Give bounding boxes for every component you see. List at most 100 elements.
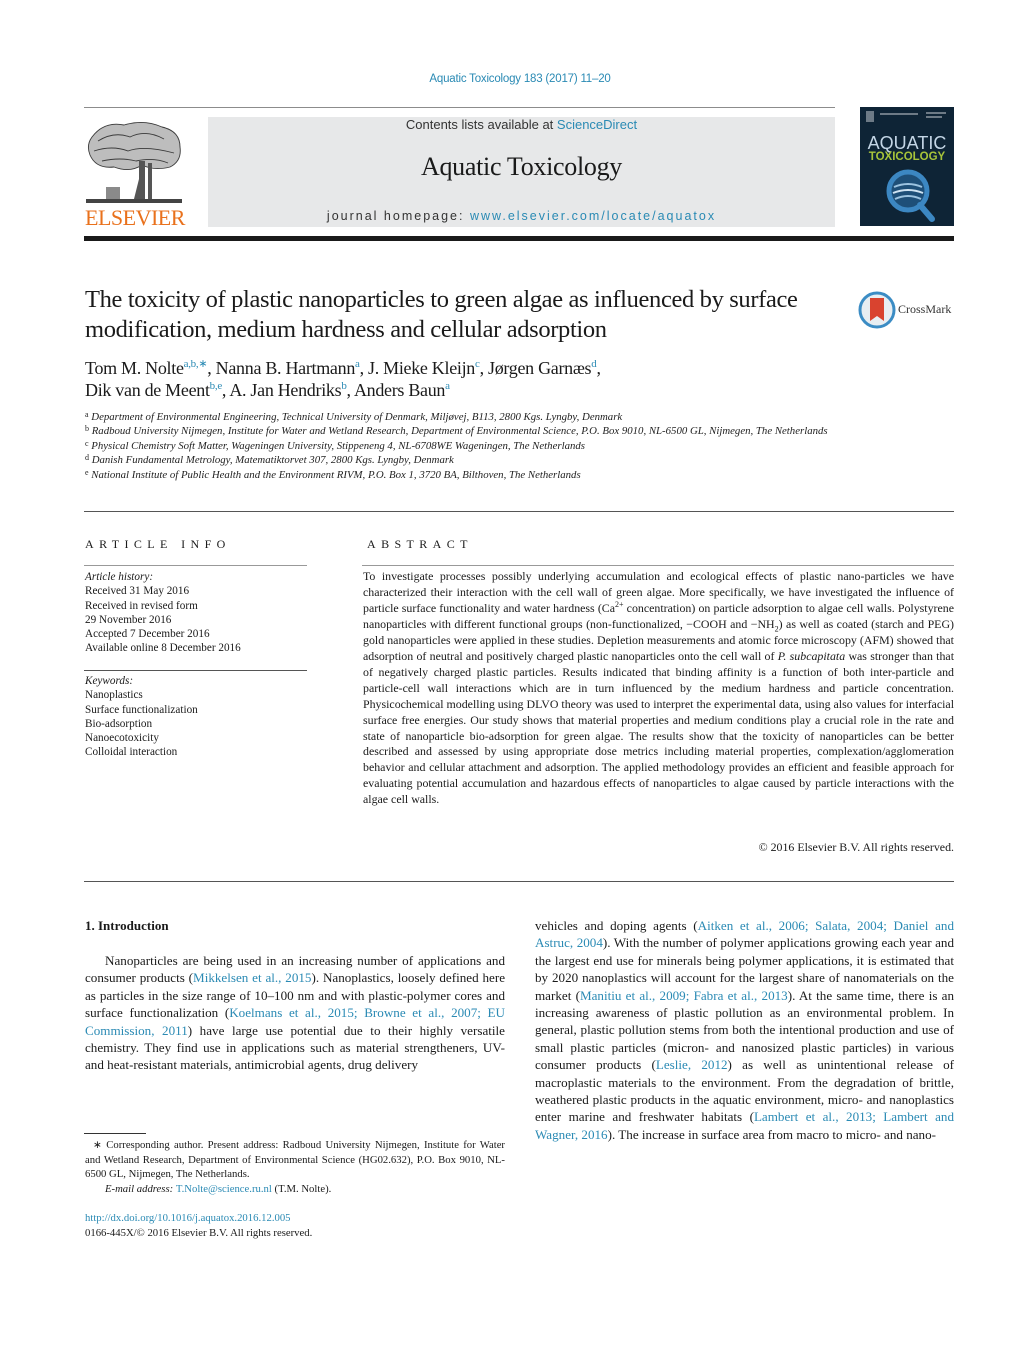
- issn-copyright: 0166-445X/© 2016 Elsevier B.V. All right…: [85, 1226, 313, 1239]
- abstract-text-segment: was stronger than that of negatively cha…: [363, 648, 954, 807]
- journal-banner: Contents lists available at ScienceDirec…: [208, 117, 835, 227]
- abstract-body: To investigate processes possibly underl…: [363, 569, 954, 808]
- history-label: Article history:: [85, 571, 154, 583]
- journal-citation-link[interactable]: Aquatic Toxicology 183 (2017) 11–20: [0, 73, 1020, 85]
- keywords-divider: [84, 670, 307, 671]
- body-column-left: Nanoparticles are being used in an incre…: [85, 952, 505, 1074]
- body-text: vehicles and doping agents (: [535, 918, 698, 933]
- affiliation-text: Radboud University Nijmegen, Institute f…: [91, 425, 828, 438]
- paragraph: Nanoparticles are being used in an incre…: [85, 952, 505, 1074]
- author-list: Tom M. Noltea,b,∗, Nanna B. Hartmann a, J…: [85, 357, 885, 401]
- author-name[interactable]: Dik van de Meent: [85, 380, 210, 400]
- keyword-item: Bio-adsorption: [85, 717, 153, 730]
- author-name[interactable]: Tom M. Nolte: [85, 358, 184, 378]
- body-column-right: vehicles and doping agents (Aitken et al…: [535, 917, 954, 1143]
- affiliation-text: Physical Chemistry Soft Matter, Wagening…: [91, 439, 585, 452]
- citation-link[interactable]: Leslie, 2012: [656, 1057, 728, 1072]
- footnote-marker: ∗: [93, 1139, 102, 1151]
- body-text: ). The increase in surface area from mac…: [607, 1126, 937, 1142]
- history-item: Available online 8 December 2016: [85, 642, 241, 655]
- author-name[interactable]: Anders Baun: [354, 380, 445, 400]
- abstract-copyright: © 2016 Elsevier B.V. All rights reserved…: [758, 840, 954, 854]
- author-separator: ,: [359, 358, 369, 378]
- affiliations-divider: [84, 511, 954, 512]
- affiliation-key: e: [85, 467, 89, 477]
- superscript: 2+: [615, 599, 624, 609]
- author-name[interactable]: J. Mieke Kleijn: [368, 358, 475, 378]
- elsevier-wordmark: ELSEVIER: [85, 205, 185, 230]
- article-title: The toxicity of plastic nanoparticles to…: [85, 286, 798, 343]
- author-separator: ,: [207, 358, 216, 378]
- email-suffix: (T.M. Nolte).: [271, 1182, 332, 1195]
- abstract-heading: ABSTRACT: [367, 537, 473, 551]
- affiliation-key: c: [85, 438, 89, 448]
- affiliation-key: d: [85, 453, 89, 463]
- affiliations: a Department of Environmental Engineerin…: [85, 410, 845, 482]
- contents-line: Contents lists available at ScienceDirec…: [208, 117, 835, 132]
- author-separator: ,: [346, 380, 354, 400]
- footnote-text: ∗ Corresponding author. Present address:…: [85, 1138, 505, 1182]
- section-heading-introduction: 1. Introduction: [85, 918, 169, 933]
- history-item: Received in revised form: [85, 599, 198, 612]
- footnote-email-line: E-mail address: T.Nolte@science.ru.nl (T…: [85, 1182, 505, 1197]
- author-affiliation-link[interactable]: a,b,∗: [184, 358, 208, 370]
- citation-link[interactable]: Mikkelsen et al., 2015: [193, 970, 311, 985]
- article-info-heading: ARTICLE INFO: [85, 537, 231, 551]
- sciencedirect-link[interactable]: ScienceDirect: [557, 117, 637, 132]
- crossmark-label: CrossMark: [898, 302, 952, 316]
- cover-masthead-icon: [866, 111, 946, 122]
- doi-link[interactable]: http://dx.doi.org/10.1016/j.aquatox.2016…: [85, 1211, 312, 1226]
- affiliation-item: c Physical Chemistry Soft Matter, Wageni…: [85, 439, 845, 453]
- header-divider: [84, 107, 835, 108]
- affiliation-item: e National Institute of Public Health an…: [85, 468, 845, 482]
- affiliation-key: a: [85, 410, 89, 419]
- author-separator: ,: [479, 358, 488, 378]
- author-name[interactable]: Nanna B. Hartmann: [216, 358, 356, 378]
- author-affiliation-link[interactable]: b,e: [210, 380, 223, 392]
- homepage-line: journal homepage: www.elsevier.com/locat…: [208, 209, 835, 223]
- email-link[interactable]: T.Nolte@science.ru.nl: [176, 1183, 272, 1195]
- affiliation-item: b Radboud University Nijmegen, Institute…: [85, 424, 845, 438]
- doi-block: http://dx.doi.org/10.1016/j.aquatox.2016…: [85, 1211, 312, 1240]
- history-item: 29 November 2016: [85, 613, 172, 626]
- keyword-item: Surface functionalization: [85, 703, 198, 716]
- author-affiliation-link[interactable]: a: [445, 380, 450, 392]
- journal-cover[interactable]: AQUATIC TOXICOLOGY: [860, 107, 954, 226]
- keyword-item: Nanoecotoxicity: [85, 732, 159, 745]
- abstract-divider: [362, 565, 954, 566]
- cover-title-line2: TOXICOLOGY: [868, 151, 946, 163]
- species-name: P. subcapitata: [777, 648, 846, 663]
- journal-name: Aquatic Toxicology: [421, 152, 622, 181]
- elsevier-logo[interactable]: ELSEVIER: [84, 117, 186, 230]
- author-name[interactable]: Jørgen Garnæs: [488, 358, 592, 378]
- author-separator: ,: [596, 358, 601, 378]
- contents-prefix: Contents lists available at: [405, 117, 557, 132]
- paragraph: vehicles and doping agents (Aitken et al…: [535, 917, 954, 1143]
- magnifier-icon: [886, 169, 935, 222]
- history-item: Received 31 May 2016: [85, 585, 190, 598]
- affiliation-key: b: [85, 424, 89, 434]
- footnote-divider: [84, 1133, 146, 1134]
- citation-link[interactable]: Manitiu et al., 2009; Fabra et al., 2013: [580, 988, 788, 1003]
- abstract-bottom-divider: [84, 881, 954, 882]
- keywords-label: Keywords:: [85, 675, 134, 687]
- corresponding-author-footnote: ∗ Corresponding author. Present address:…: [85, 1138, 505, 1196]
- affiliation-item: a Department of Environmental Engineerin…: [85, 410, 845, 424]
- crossmark-icon: [858, 291, 896, 329]
- keyword-item: Nanoplastics: [85, 689, 143, 702]
- history-item: Accepted 7 December 2016: [85, 628, 210, 641]
- footnote-body: Corresponding author. Present address: R…: [85, 1139, 505, 1180]
- author-name[interactable]: A. Jan Hendriks: [229, 380, 341, 400]
- article-history: Article history: Received 31 May 2016 Re…: [85, 570, 315, 656]
- affiliation-item: d Danish Fundamental Metrology, Matemati…: [85, 453, 845, 467]
- affiliation-text: National Institute of Public Health and …: [91, 468, 581, 481]
- article-info-divider: [84, 565, 307, 566]
- journal-homepage-link[interactable]: www.elsevier.com/locate/aquatox: [470, 209, 716, 223]
- affiliation-text: Department of Environmental Engineering,…: [91, 411, 623, 423]
- homepage-prefix: journal homepage:: [326, 209, 470, 223]
- header-thick-divider: [84, 236, 954, 241]
- crossmark-badge[interactable]: CrossMark: [858, 291, 958, 331]
- keyword-item: Colloidal interaction: [85, 746, 178, 759]
- elsevier-tree-icon: [86, 122, 182, 203]
- keywords: Keywords: Nanoplastics Surface functiona…: [85, 674, 315, 760]
